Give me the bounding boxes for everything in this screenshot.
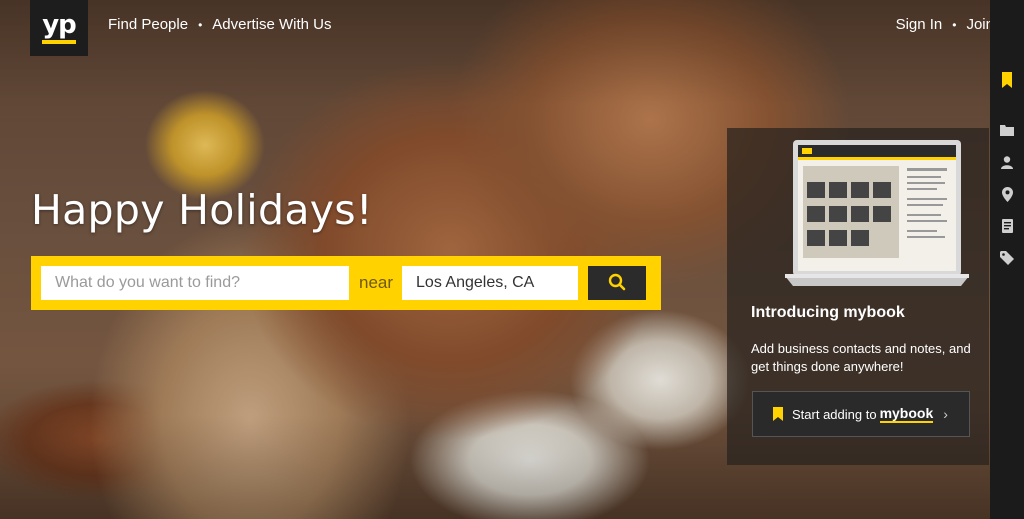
mybook-description: Add business contacts and notes, and get… bbox=[751, 341, 971, 374]
sidebar-bookmark[interactable] bbox=[990, 64, 1024, 96]
notes-icon bbox=[1001, 219, 1013, 233]
search-bar: near bbox=[31, 256, 661, 310]
mybook-brand-label: mybook bbox=[879, 404, 934, 423]
sign-in-link[interactable]: Sign In bbox=[896, 16, 943, 33]
laptop-illustration bbox=[785, 136, 969, 293]
search-icon bbox=[608, 273, 626, 294]
advertise-link[interactable]: Advertise With Us bbox=[212, 16, 331, 33]
user-icon bbox=[1001, 155, 1013, 169]
bookmark-icon bbox=[773, 407, 783, 421]
primary-nav: Find People • Advertise With Us bbox=[108, 16, 331, 33]
logo-underline bbox=[42, 39, 76, 44]
search-button[interactable] bbox=[588, 266, 647, 300]
chevron-right-icon: › bbox=[943, 406, 948, 422]
sidebar-location[interactable] bbox=[990, 178, 1024, 210]
sidebar-user[interactable] bbox=[990, 146, 1024, 178]
sidebar-folder[interactable] bbox=[990, 114, 1024, 146]
account-nav: Sign In • Join bbox=[896, 16, 994, 33]
nav-separator: • bbox=[198, 17, 203, 32]
location-pin-icon bbox=[1001, 186, 1013, 202]
search-what-input[interactable] bbox=[41, 266, 349, 300]
mybook-button-label: Start adding to bbox=[792, 406, 877, 422]
sidebar-notes[interactable] bbox=[990, 210, 1024, 242]
sidebar-tag[interactable] bbox=[990, 242, 1024, 274]
folder-icon bbox=[1000, 124, 1014, 136]
logo-text: yp bbox=[42, 9, 77, 40]
find-people-link[interactable]: Find People bbox=[108, 16, 188, 33]
bookmark-icon bbox=[1002, 72, 1012, 88]
mybook-promo-panel: Introducing mybook Add business contacts… bbox=[727, 128, 989, 465]
nav-separator: • bbox=[952, 17, 957, 32]
start-mybook-button[interactable]: Start adding to mybook › bbox=[752, 391, 970, 437]
search-location-input[interactable] bbox=[402, 266, 579, 300]
yp-logo[interactable]: yp bbox=[30, 0, 88, 56]
near-label: near bbox=[359, 273, 394, 292]
tag-icon bbox=[1000, 251, 1014, 265]
hero-headline: Happy Holidays! bbox=[31, 186, 373, 234]
right-sidebar bbox=[990, 0, 1024, 519]
mybook-title: Introducing mybook bbox=[751, 304, 905, 321]
